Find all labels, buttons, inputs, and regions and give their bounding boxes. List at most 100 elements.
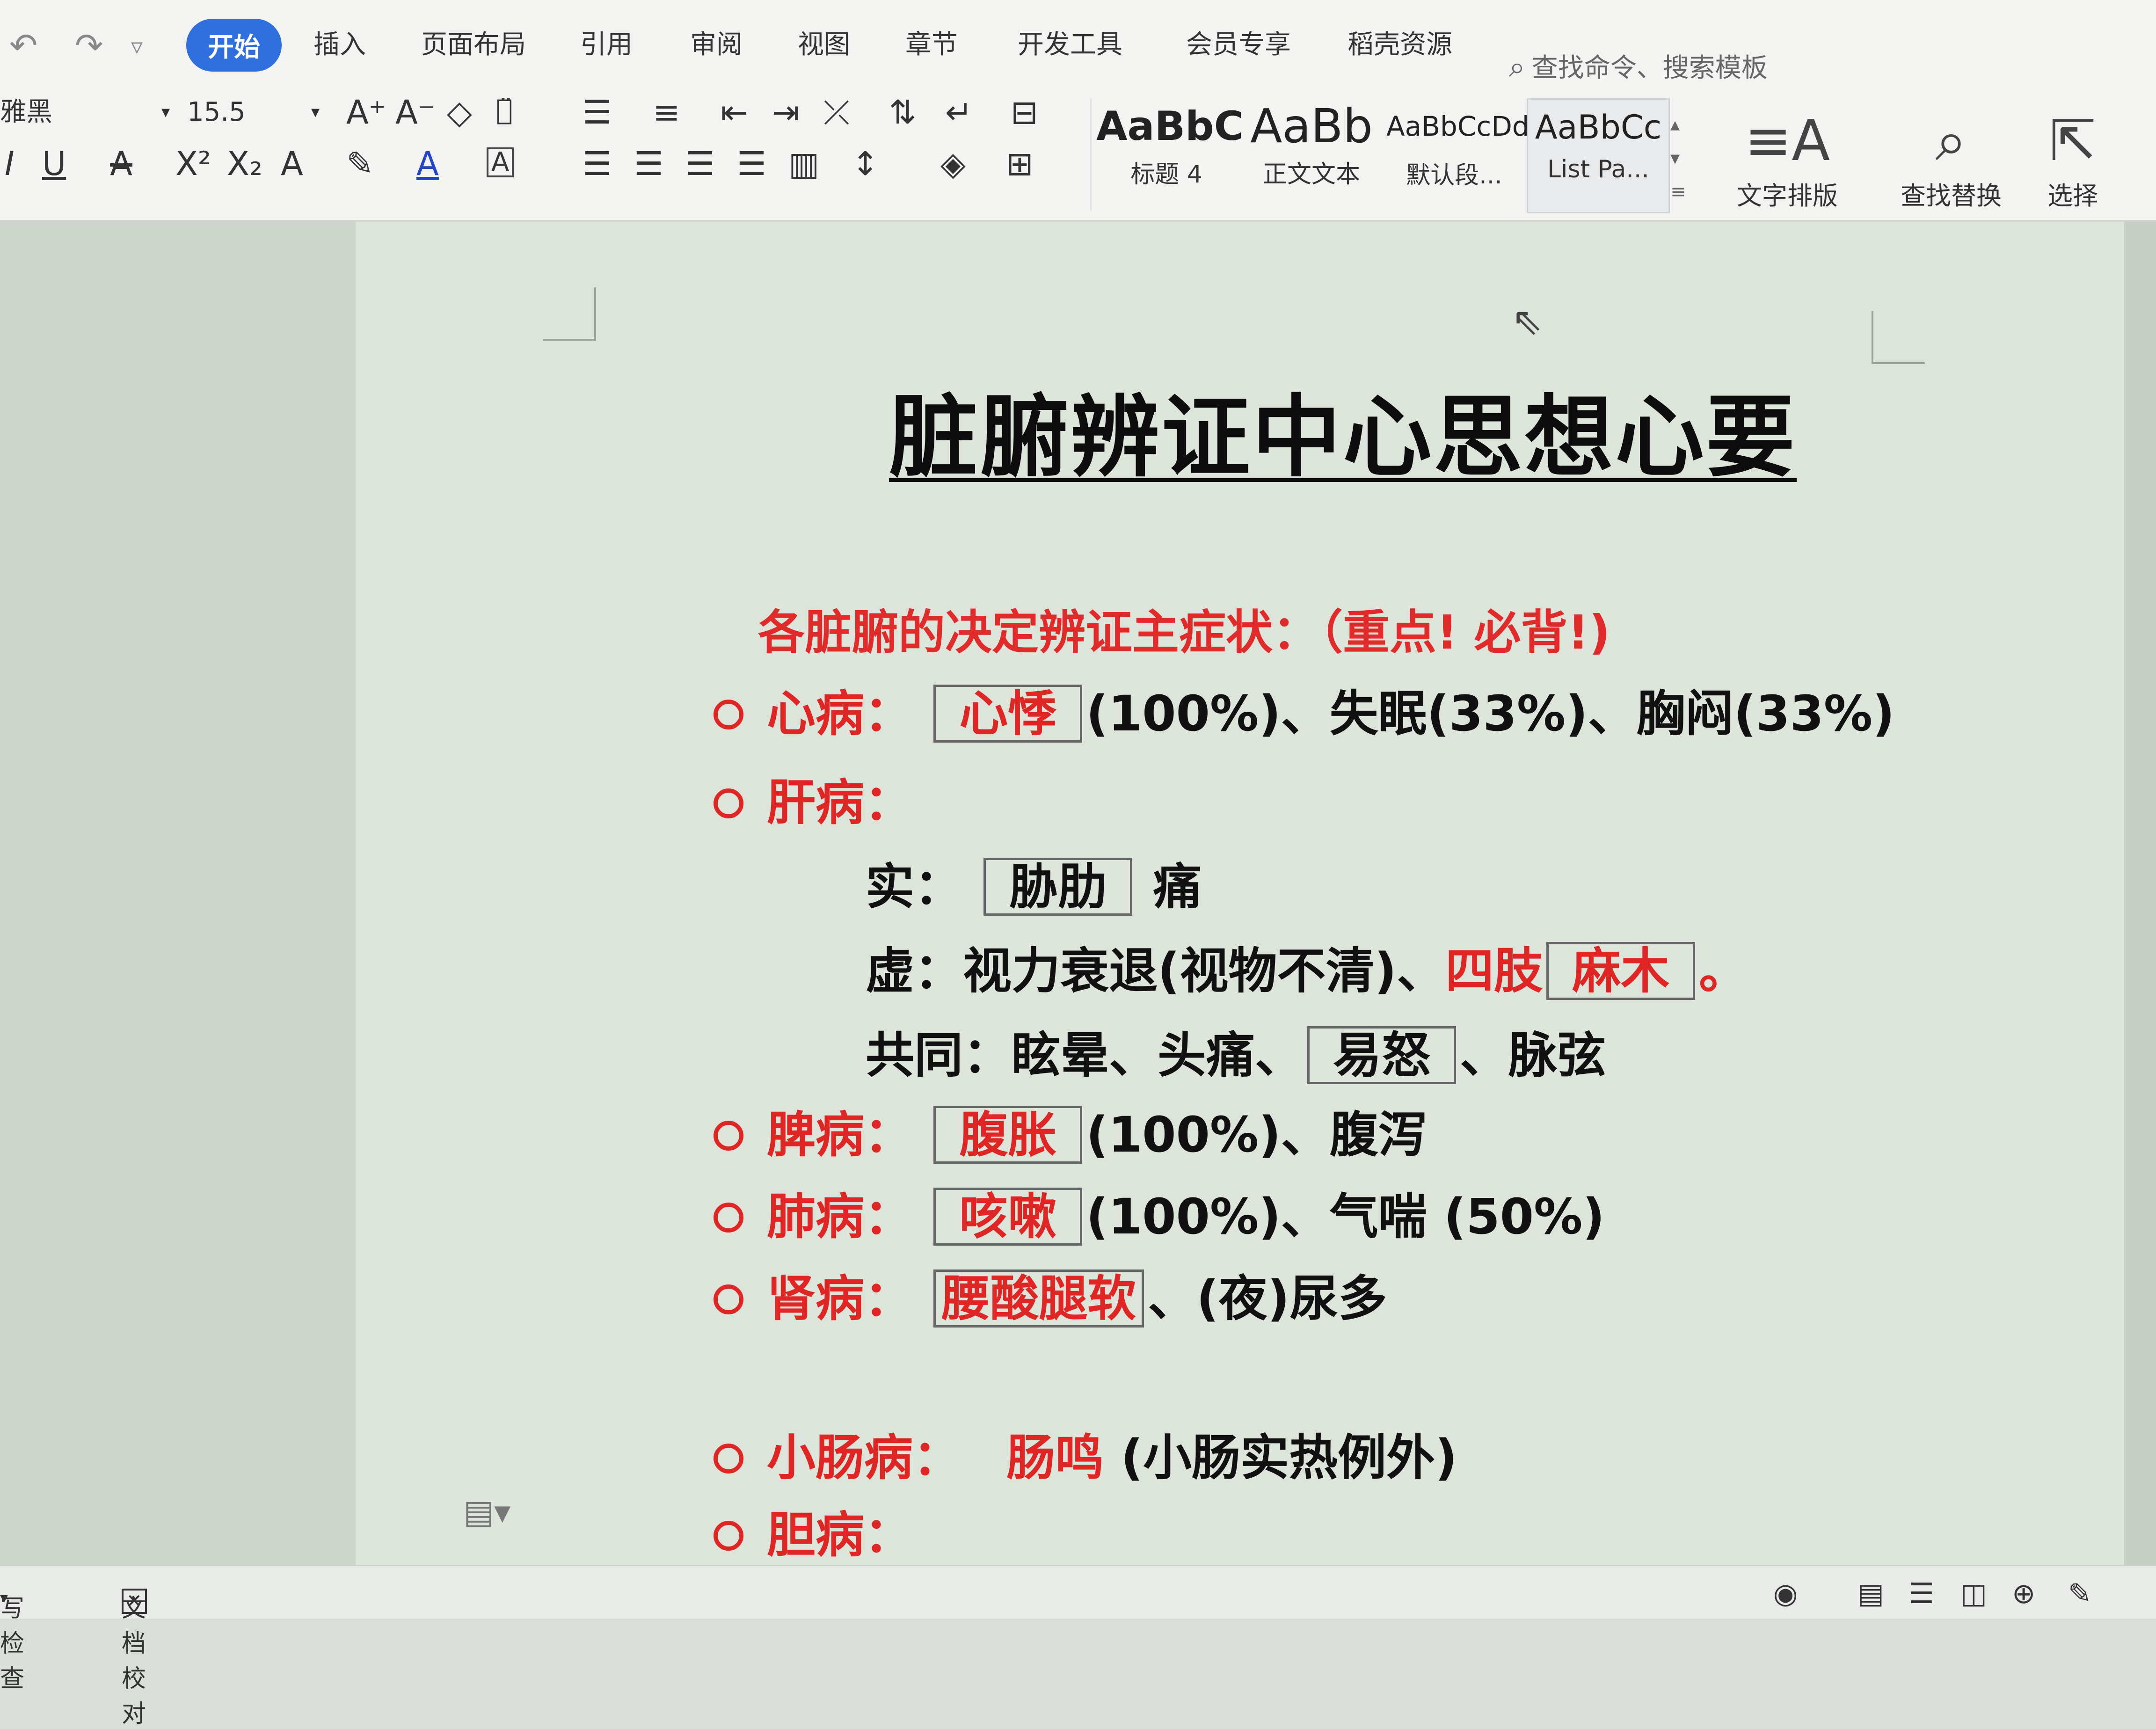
align-left-icon[interactable]: ☰: [583, 147, 612, 180]
tab-view[interactable]: 视图: [798, 23, 850, 61]
tab-docer-resources[interactable]: 稻壳资源: [1348, 23, 1452, 61]
style-sample: AaBbCcDd: [1386, 110, 1530, 142]
style-name: 正文文本: [1262, 160, 1360, 189]
font-name-select[interactable]: 雅黑 ▾: [0, 91, 178, 133]
mouse-pointer-icon: ⇖: [1511, 299, 1543, 343]
organ-label: 胆病：: [767, 1506, 913, 1563]
page-view-icon[interactable]: ▤: [1857, 1577, 1884, 1610]
magnifier-icon: ⌕: [1935, 109, 1967, 174]
sub-label: 实：: [866, 858, 963, 915]
more-styles-icon[interactable]: ≡: [1670, 175, 1686, 209]
justify-icon[interactable]: ☰: [737, 147, 766, 180]
font-size-value: 15.5: [187, 97, 246, 127]
text-effect-icon[interactable]: A: [281, 147, 303, 180]
italic-icon[interactable]: I: [5, 147, 15, 180]
chevron-down-icon[interactable]: ▾: [1670, 141, 1686, 175]
find-replace-button[interactable]: ⌕ 查找替换: [1881, 108, 2021, 212]
tab-insert[interactable]: 插入: [313, 23, 366, 61]
quick-access-dropdown-icon[interactable]: ▿: [131, 33, 143, 60]
list-item-liver: 肝病：: [714, 763, 913, 833]
increase-indent-icon[interactable]: ⇥: [772, 96, 800, 129]
period-mark: 。: [1699, 942, 1748, 999]
grow-font-icon[interactable]: A⁺: [346, 96, 386, 129]
distributed-icon[interactable]: ▥: [788, 147, 819, 180]
organ-label: 肺病：: [767, 1188, 913, 1245]
strikethrough-icon[interactable]: A: [110, 147, 132, 180]
numbered-list-icon[interactable]: ≡: [653, 96, 680, 129]
circle-bullet-icon: [714, 1443, 743, 1474]
list-item-gallbladder: 胆病：: [714, 1495, 913, 1566]
symptom-text: 共同：眩晕、头痛、: [866, 1027, 1304, 1084]
redo-icon[interactable]: ↷: [75, 26, 103, 65]
style-sample: AaBbCc: [1535, 108, 1662, 146]
align-center-icon[interactable]: ☰: [634, 147, 663, 180]
list-item-spleen: 脾病： 腹胀 (100%)、腹泻: [714, 1095, 1427, 1166]
shading-icon[interactable]: ◈: [940, 147, 966, 180]
borders-icon[interactable]: ⊞: [1006, 147, 1034, 180]
style-list-paragraph[interactable]: AaBbCc List Pa...: [1527, 98, 1670, 213]
select-button[interactable]: ⇱ 选择: [2026, 108, 2120, 212]
font-color-icon[interactable]: A: [416, 147, 439, 180]
list-item-heart: 心病： 心悸 (100%)、失眠(33%)、胸闷(33%): [714, 674, 1895, 744]
style-sample: AaBb: [1250, 99, 1373, 153]
subscript-icon[interactable]: X₂: [227, 147, 262, 180]
web-view-icon[interactable]: ⊕: [2012, 1577, 2035, 1610]
command-search[interactable]: ⌕ 查找命令、搜索模板: [1509, 47, 1768, 85]
canvas-margin-right: [2124, 222, 2156, 1565]
tab-developer[interactable]: 开发工具: [1018, 23, 1122, 61]
tab-home[interactable]: 开始: [186, 19, 282, 72]
decrease-indent-icon[interactable]: ⇤: [721, 96, 748, 129]
text-layout-button[interactable]: ≡A 文字排版: [1722, 108, 1853, 212]
phonetic-guide-icon[interactable]: 文̈: [496, 96, 513, 124]
shrink-font-icon[interactable]: A⁻: [395, 96, 435, 129]
section-heading: 各脏腑的决定辨证主症状：（重点! 必背!): [758, 605, 1610, 660]
symptom-text: (100%)、气喘 (50%): [1086, 1188, 1605, 1245]
outline-view-icon[interactable]: ☰: [1909, 1577, 1934, 1610]
style-gallery-scroll[interactable]: ▴ ▾ ≡: [1670, 108, 1686, 209]
tab-review[interactable]: 审阅: [690, 23, 743, 61]
liver-deficiency-line: 虚：视力衰退(视物不清)、四肢 麻木。: [866, 931, 1748, 1002]
highlight-icon[interactable]: ✎: [346, 147, 374, 180]
sort-icon[interactable]: ⇅: [889, 96, 917, 129]
bullet-list-icon[interactable]: ☰: [583, 96, 612, 129]
document-title: 脏腑辨证中心思想心要: [889, 386, 1797, 489]
align-right-icon[interactable]: ☰: [685, 147, 715, 180]
organ-label: 小肠病：: [767, 1429, 962, 1486]
key-symptom-box: 咳嗽: [933, 1188, 1083, 1246]
style-default-paragraph[interactable]: AaBbCcDd 默认段...: [1386, 98, 1530, 211]
paste-options-icon[interactable]: ▤▾: [463, 1493, 510, 1531]
style-gallery: AaBbC 标题 4 AaBb 正文文本 AaBbCcDd 默认段... AaB…: [1090, 98, 1695, 213]
style-body-text[interactable]: AaBb 正文文本: [1241, 98, 1382, 211]
tab-stops-icon[interactable]: ⊟: [1011, 96, 1038, 129]
eye-protection-icon[interactable]: ◉: [1773, 1577, 1798, 1610]
clear-format-icon[interactable]: ◇: [447, 96, 472, 129]
text-layout-label: 文字排版: [1737, 181, 1838, 211]
superscript-icon[interactable]: X²: [175, 147, 211, 180]
page-corner-marker: [543, 287, 596, 341]
tab-references[interactable]: 引用: [580, 23, 633, 61]
show-marks-icon[interactable]: ↵: [945, 96, 973, 129]
select-label: 选择: [2047, 181, 2098, 211]
line-spacing-icon[interactable]: ↕: [852, 147, 879, 180]
chevron-down-icon: ▾: [311, 102, 320, 122]
pointer-icon: ⇱: [2049, 109, 2097, 174]
tab-member[interactable]: 会员专享: [1186, 23, 1291, 61]
tab-chapter[interactable]: 章节: [905, 23, 958, 61]
reading-view-icon[interactable]: ◫: [1960, 1577, 1987, 1610]
tab-page-layout[interactable]: 页面布局: [421, 23, 526, 61]
font-size-select[interactable]: 15.5 ▾: [187, 91, 328, 133]
circle-bullet-icon: [714, 1202, 743, 1233]
chinese-layout-icon[interactable]: ⤫: [823, 96, 850, 129]
style-heading4[interactable]: AaBbC 标题 4: [1096, 98, 1244, 211]
chevron-up-icon[interactable]: ▴: [1670, 108, 1686, 141]
organ-label: 肝病：: [767, 774, 913, 831]
liver-common-line: 共同：眩晕、头痛、 易怒 、脉弦: [866, 1015, 1606, 1086]
char-border-icon[interactable]: A: [487, 147, 514, 177]
undo-icon[interactable]: ↶: [9, 26, 37, 65]
underline-icon[interactable]: U: [42, 147, 66, 180]
list-item-lung: 肺病： 咳嗽 (100%)、气喘 (50%): [714, 1177, 1605, 1248]
write-mode-icon[interactable]: ✎: [2068, 1577, 2091, 1610]
chevron-down-icon: ▾: [0, 1589, 8, 1607]
ribbon: ↶ ↷ ▿ 开始 插入 页面布局 引用 审阅 视图 章节 开发工具 会员专享 稻…: [0, 0, 2156, 222]
symptom-text: 虚：视力衰退(视物不清)、: [866, 942, 1446, 999]
